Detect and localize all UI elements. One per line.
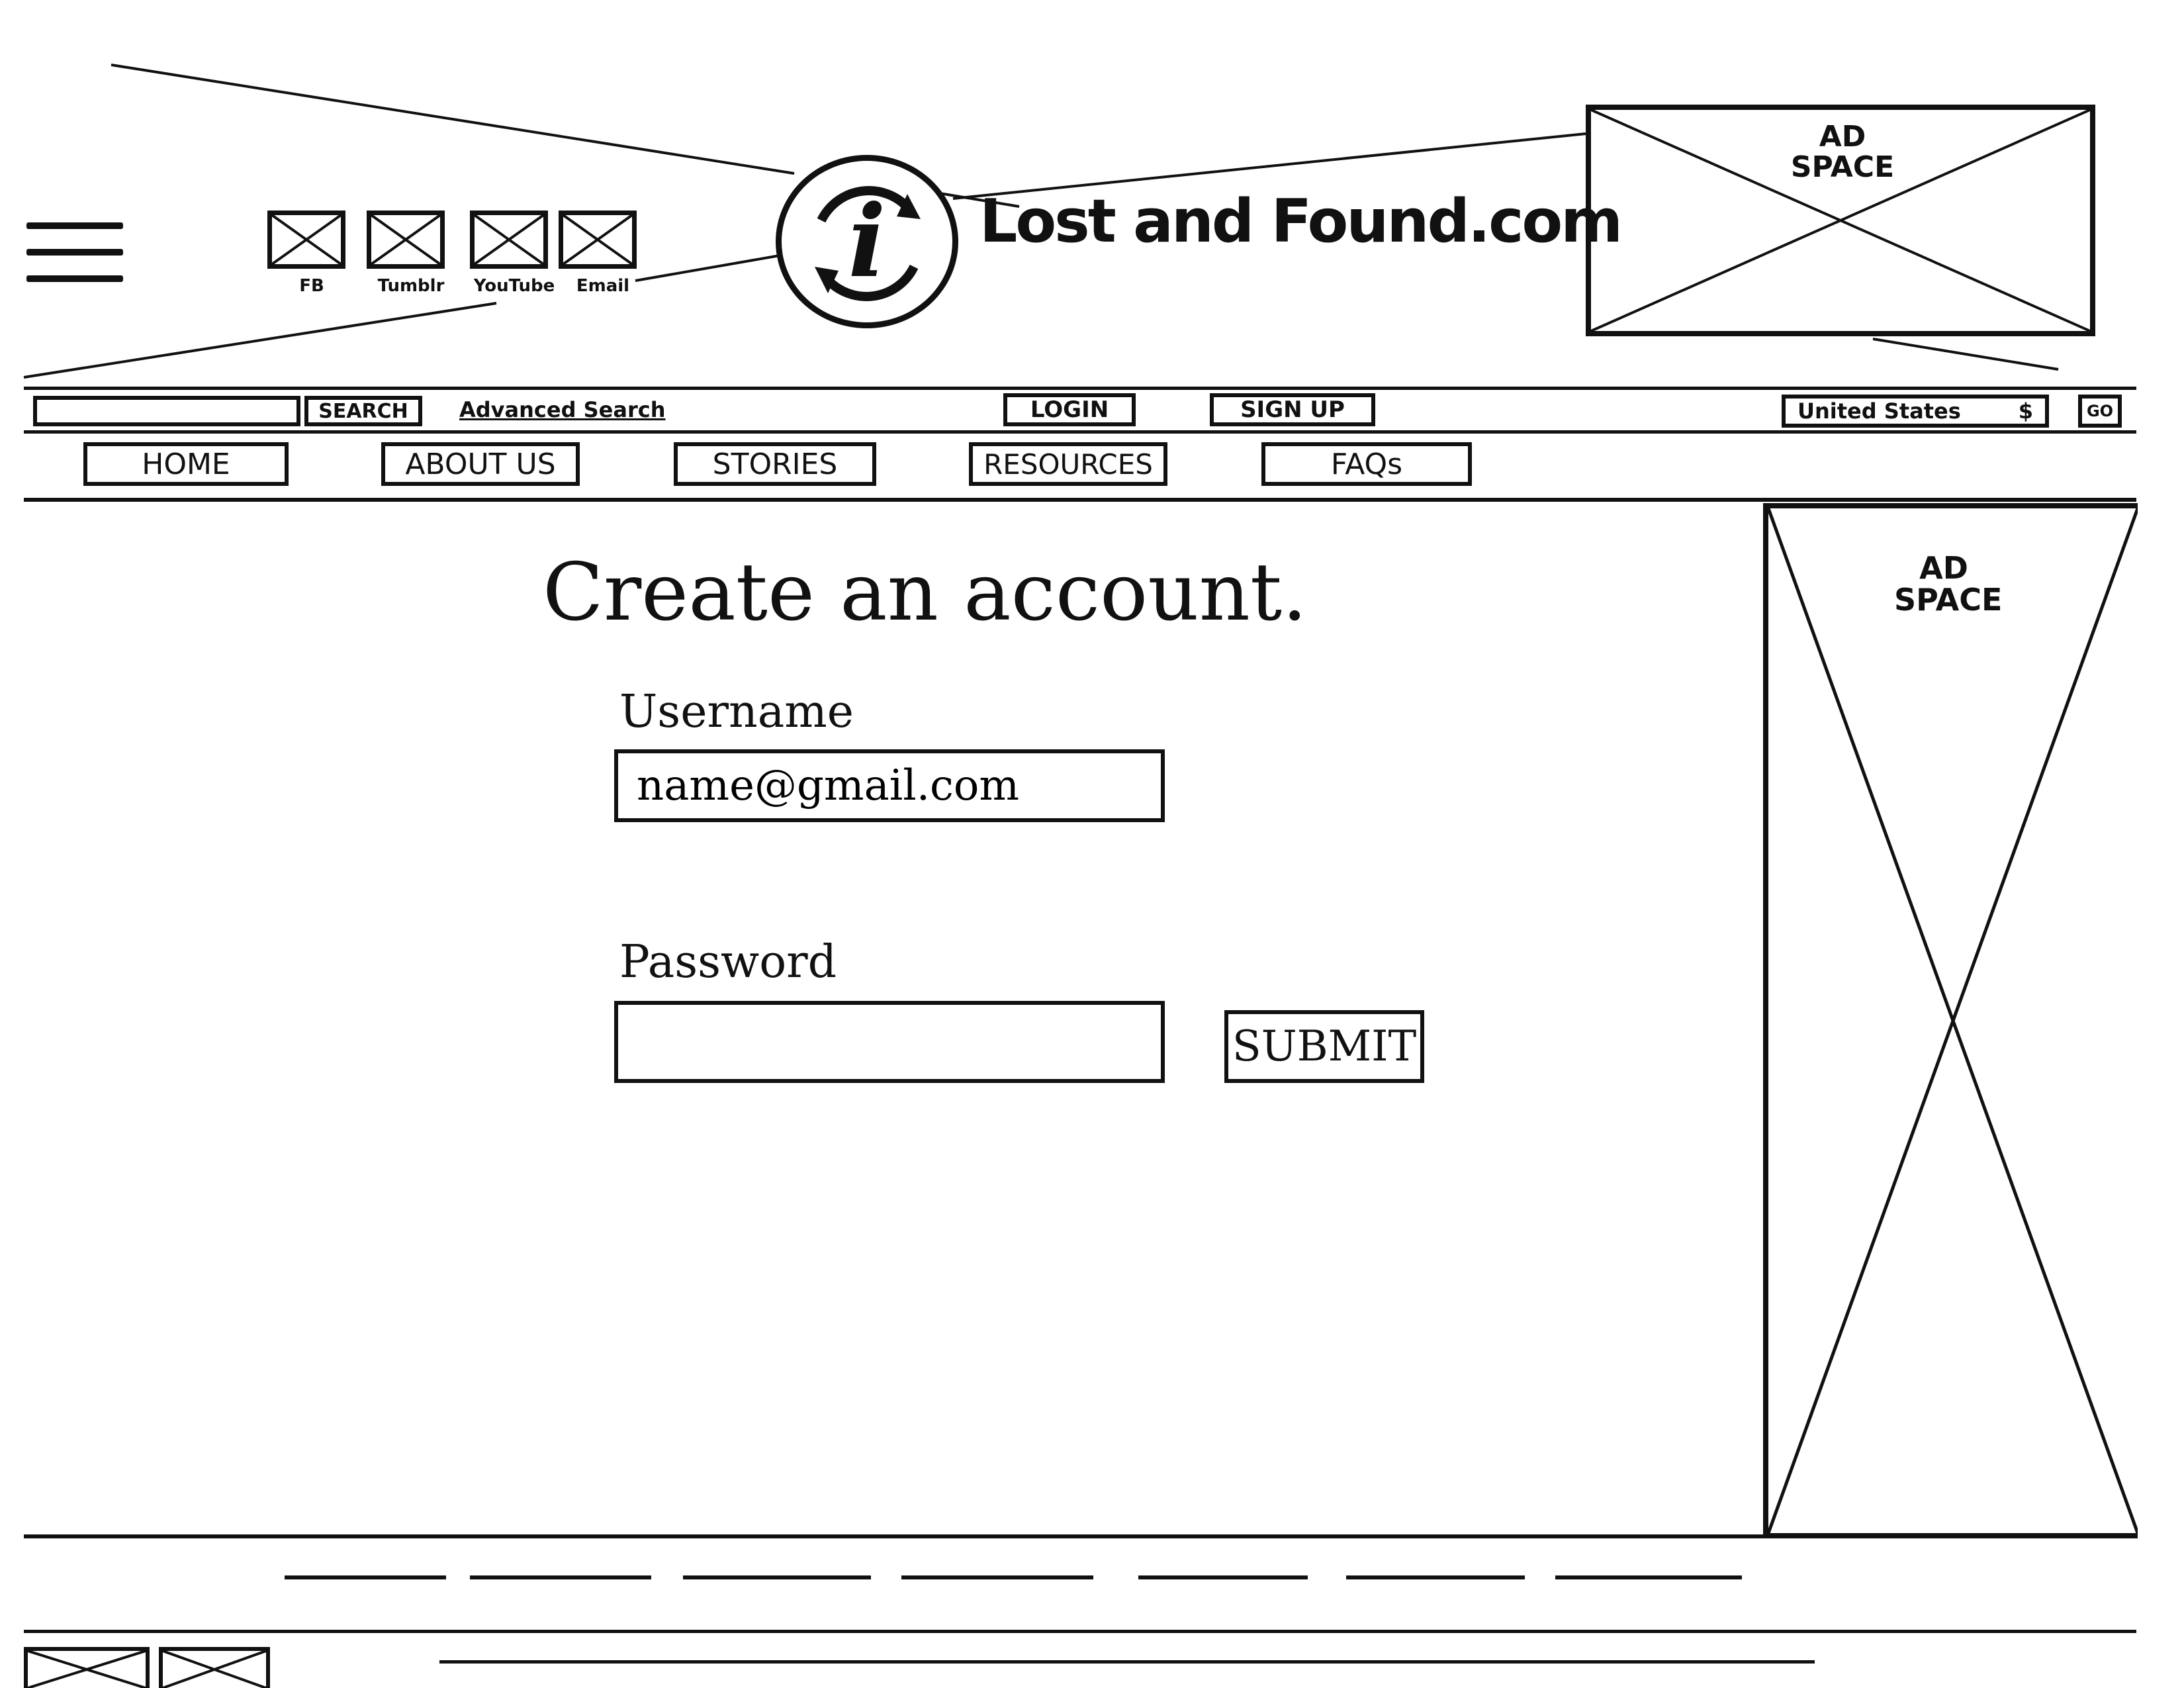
utility-bar-bottom-divider	[24, 430, 2136, 434]
ad-space-top[interactable]: AD SPACE	[1586, 105, 2095, 336]
nav-faqs[interactable]: FAQs	[1261, 442, 1472, 486]
ad-space-sidebar-label: AD SPACE	[1894, 550, 2003, 618]
footer-social-icon-1[interactable]	[24, 1647, 150, 1688]
nav-home[interactable]: HOME	[83, 442, 289, 486]
search-input[interactable]	[33, 396, 300, 426]
email-label: Email	[576, 276, 630, 296]
login-button[interactable]: LOGIN	[1003, 393, 1136, 426]
footer-top-divider	[24, 1534, 2136, 1538]
footer-social-icon-2[interactable]	[159, 1647, 270, 1688]
country-select-value: United States	[1797, 399, 1961, 424]
nav-resources[interactable]: RESOURCES	[969, 442, 1167, 486]
ad-top-line2: SPACE	[1790, 150, 1895, 185]
footer-link-6[interactable]	[1346, 1575, 1525, 1579]
logo-glyph: i	[848, 183, 886, 300]
signup-button[interactable]: SIGN UP	[1210, 393, 1375, 426]
site-title[interactable]: Lost and Found.com	[979, 187, 1623, 256]
submit-button[interactable]: SUBMIT	[1224, 1010, 1424, 1083]
page-title: Create an account.	[543, 547, 1308, 639]
footer-link-4[interactable]	[901, 1575, 1093, 1579]
ad-top-line1: AD	[1819, 120, 1866, 154]
dropdown-arrow-icon: $	[2018, 399, 2033, 424]
username-field[interactable]	[614, 749, 1165, 822]
menu-icon[interactable]	[26, 222, 123, 283]
nav-stories[interactable]: STORIES	[674, 442, 876, 486]
footer-link-1[interactable]	[285, 1575, 446, 1579]
utility-bar-top-divider	[24, 387, 2136, 390]
footer-bottom-divider	[24, 1630, 2136, 1633]
ad-sidebar-line1: AD	[1919, 550, 1968, 586]
nav-bottom-divider	[24, 498, 2136, 502]
ad-sidebar-line2: SPACE	[1894, 582, 2003, 618]
nav-about-us[interactable]: ABOUT US	[381, 442, 580, 486]
footer-link-3[interactable]	[683, 1575, 871, 1579]
country-select[interactable]: United States $	[1782, 395, 2049, 428]
ad-space-top-label: AD SPACE	[1790, 120, 1895, 185]
password-field[interactable]	[614, 1001, 1165, 1083]
facebook-label: FB	[299, 276, 324, 296]
username-label: Username	[619, 686, 854, 738]
ad-space-sidebar[interactable]: AD SPACE	[1763, 503, 2138, 1538]
tumblr-label: Tumblr	[377, 276, 445, 296]
go-button[interactable]: GO	[2078, 395, 2122, 428]
password-label: Password	[619, 936, 837, 988]
footer-link-5[interactable]	[1138, 1575, 1308, 1579]
tumblr-icon[interactable]: Tumblr	[367, 211, 445, 296]
facebook-icon[interactable]: FB	[267, 211, 345, 296]
search-button[interactable]: SEARCH	[304, 396, 422, 426]
logo[interactable]: i	[776, 155, 958, 328]
advanced-search-link[interactable]: Advanced Search	[459, 397, 666, 422]
footer-copyright-line	[439, 1660, 1815, 1664]
youtube-icon[interactable]: YouTube	[470, 211, 555, 296]
footer-link-7[interactable]	[1555, 1575, 1742, 1579]
footer-link-2[interactable]	[470, 1575, 651, 1579]
email-icon[interactable]: Email	[559, 211, 637, 296]
